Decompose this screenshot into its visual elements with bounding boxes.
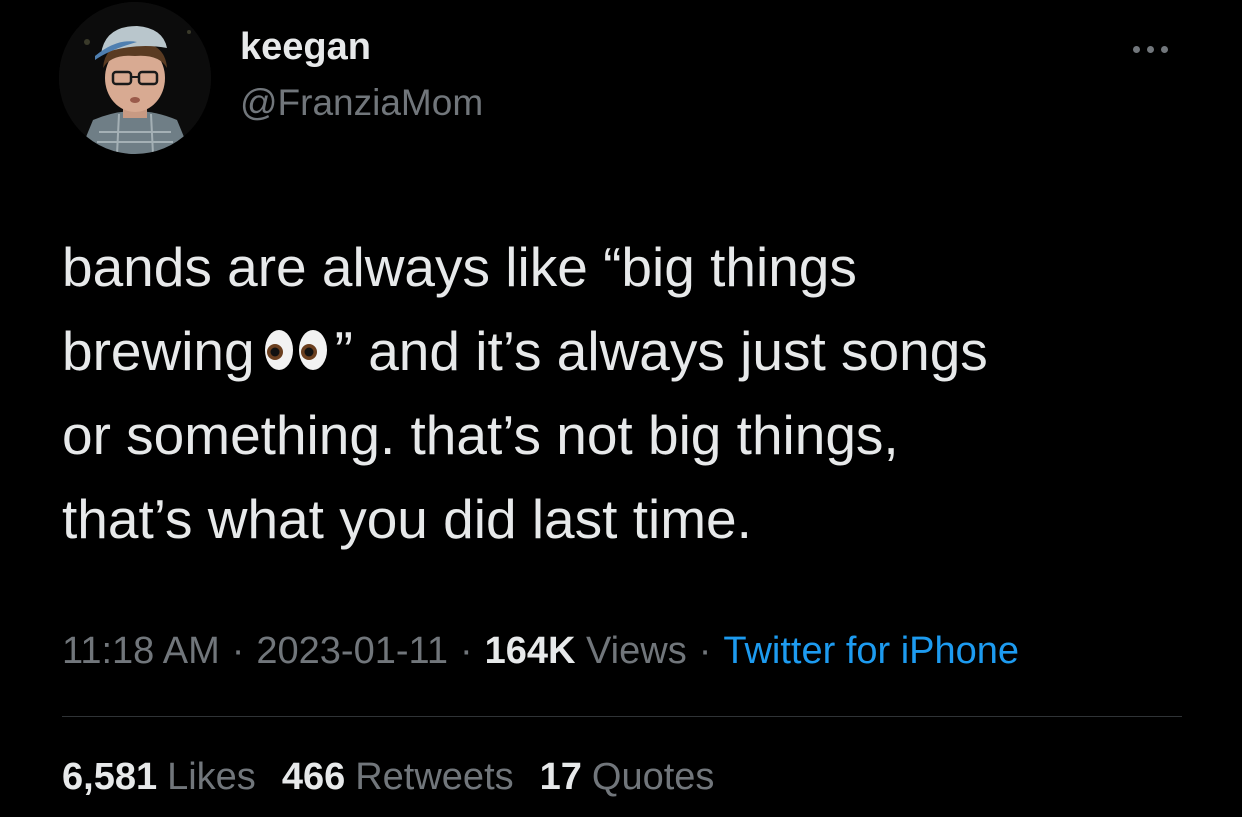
tweet-time[interactable]: 11:18 AM bbox=[62, 630, 220, 672]
tweet-line: that’s what you did last time. bbox=[62, 488, 752, 550]
author-handle[interactable]: @FranziaMom bbox=[240, 82, 483, 124]
tweet-stats: 6,581 Likes 466 Retweets 17 Quotes bbox=[62, 756, 740, 799]
tweet-line: or something. that’s not big things, bbox=[62, 404, 899, 466]
tweet-line: brewing ” and it’s always just songs bbox=[62, 309, 1202, 393]
divider bbox=[62, 716, 1182, 717]
retweets-count: 466 bbox=[281, 756, 346, 798]
profile-photo bbox=[59, 2, 211, 154]
likes-stat[interactable]: 6,581 Likes bbox=[62, 756, 256, 798]
tweet-text: bands are always like “big things brewin… bbox=[62, 225, 1202, 561]
tweet-line-part: ” and it’s always just songs bbox=[334, 320, 988, 382]
likes-count: 6,581 bbox=[62, 756, 158, 798]
tweet-detail: keegan @FranziaMom bands are always like… bbox=[0, 0, 1242, 817]
avatar[interactable] bbox=[59, 2, 211, 154]
quotes-stat[interactable]: 17 Quotes bbox=[540, 756, 715, 798]
retweets-label: Retweets bbox=[355, 756, 514, 798]
quotes-count: 17 bbox=[539, 756, 582, 798]
tweet-line: bands are always like “big things bbox=[62, 236, 857, 298]
meta-separator: · bbox=[231, 630, 245, 672]
meta-separator: · bbox=[698, 630, 712, 672]
likes-label: Likes bbox=[167, 756, 256, 798]
meta-separator: · bbox=[459, 630, 473, 672]
eyes-emoji-icon bbox=[263, 313, 329, 397]
tweet-line-part: brewing bbox=[62, 320, 255, 382]
quotes-label: Quotes bbox=[591, 756, 715, 798]
tweet-source-link[interactable]: Twitter for iPhone bbox=[723, 630, 1019, 672]
retweets-stat[interactable]: 466 Retweets bbox=[282, 756, 514, 798]
author-name[interactable]: keegan bbox=[240, 26, 371, 69]
views-label: Views bbox=[586, 630, 687, 672]
views-count: 164K bbox=[484, 630, 576, 672]
tweet-date[interactable]: 2023-01-11 bbox=[256, 630, 448, 672]
more-icon[interactable] bbox=[1118, 36, 1182, 62]
tweet-meta: 11:18 AM · 2023-01-11 · 164K Views · Twitter f… bbox=[62, 630, 1019, 673]
